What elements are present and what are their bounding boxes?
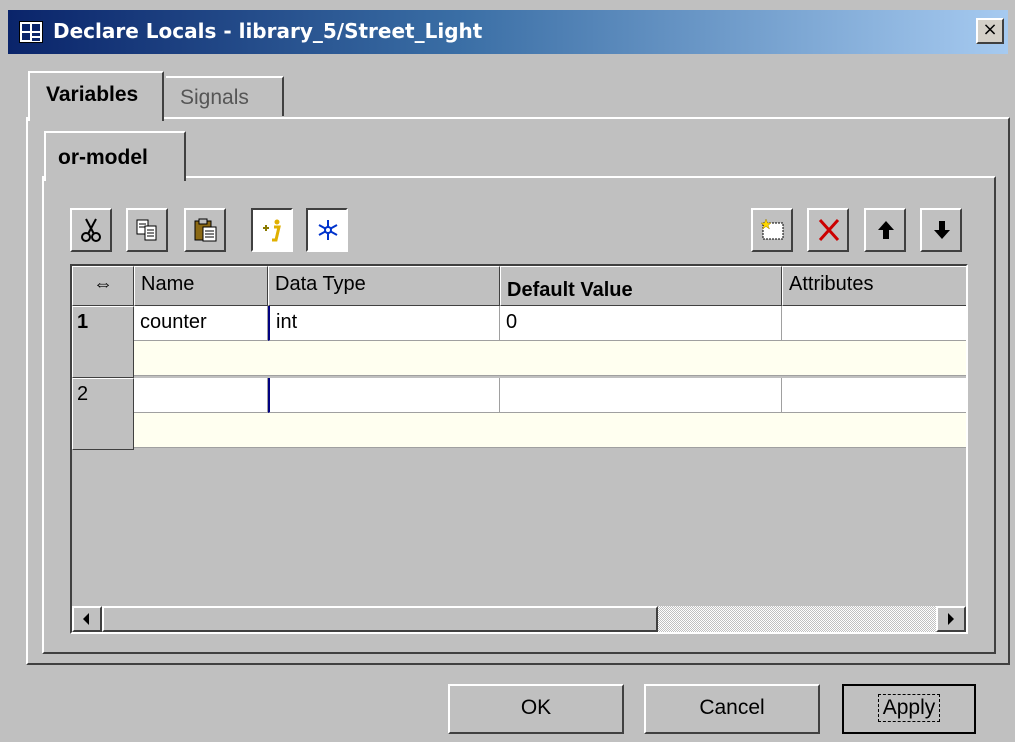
cell-default-value-row1[interactable]: 0 (500, 306, 782, 341)
new-row-icon (760, 218, 784, 240)
paste-icon (194, 218, 217, 242)
cell-name-row2[interactable] (134, 378, 268, 413)
move-down-icon (934, 221, 950, 239)
cell-data-type-row2[interactable] (268, 378, 500, 413)
ok-button[interactable]: OK (448, 684, 624, 734)
arrow-right-icon (948, 613, 954, 625)
paste-button[interactable] (184, 208, 226, 252)
column-header-attributes[interactable]: Attributes (782, 266, 966, 306)
insert-info-button[interactable] (251, 208, 293, 252)
cell-default-value-row2[interactable] (500, 378, 782, 413)
resize-columns-icon[interactable]: ⇔ (72, 266, 134, 306)
insert-info-icon (263, 219, 281, 242)
cancel-button[interactable]: Cancel (644, 684, 820, 734)
cell-attributes-row1[interactable] (782, 306, 966, 341)
cell-data-type-row1[interactable]: int (268, 306, 500, 341)
row2-detail-strip[interactable] (134, 413, 966, 448)
cell-name-row1[interactable]: counter (134, 306, 268, 341)
tab-or-model-label: or-model (58, 146, 148, 169)
copy-icon (136, 219, 157, 241)
arrow-left-icon (83, 613, 89, 625)
delete-icon (818, 218, 840, 242)
cut-button[interactable] (70, 208, 112, 252)
tab-variables[interactable]: Variables (28, 71, 164, 121)
apply-button[interactable]: Apply (842, 684, 976, 734)
window-title: Declare Locals - library_5/Street_Light (53, 19, 483, 43)
scroll-left-button[interactable] (72, 606, 102, 632)
tab-or-model[interactable]: or-model (44, 131, 186, 181)
row-number-1[interactable]: 1 (72, 306, 134, 378)
cut-icon (81, 218, 101, 242)
copy-button[interactable] (126, 208, 168, 252)
scroll-track[interactable] (658, 606, 936, 632)
move-up-button[interactable] (864, 208, 906, 252)
move-down-button[interactable] (920, 208, 962, 252)
scroll-right-button[interactable] (936, 606, 966, 632)
tab-signals[interactable]: Signals (166, 76, 284, 116)
snowflake-button[interactable] (306, 208, 348, 252)
row-number-2[interactable]: 2 (72, 378, 134, 450)
move-up-icon (878, 221, 894, 239)
delete-row-button[interactable] (807, 208, 849, 252)
apply-button-label: Apply (877, 694, 941, 722)
cell-attributes-row2[interactable] (782, 378, 966, 413)
snowflake-icon (318, 220, 338, 240)
horizontal-scrollbar[interactable] (72, 606, 966, 632)
new-row-button[interactable] (751, 208, 793, 252)
column-header-default-value[interactable]: Default Value (500, 266, 782, 306)
close-button[interactable]: × (976, 18, 1004, 44)
variables-table: ⇔ Name Data Type Default Value Attribute… (70, 264, 968, 634)
column-header-data-type[interactable]: Data Type (268, 266, 500, 306)
title-bar[interactable]: Declare Locals - library_5/Street_Light … (8, 10, 1008, 54)
declare-locals-dialog: Declare Locals - library_5/Street_Light … (0, 0, 1015, 742)
scroll-thumb[interactable] (102, 606, 658, 632)
app-grid-icon (19, 21, 43, 43)
tab-variables-label: Variables (46, 83, 139, 106)
column-header-name[interactable]: Name (134, 266, 268, 306)
tab-signals-label: Signals (180, 86, 249, 109)
row1-detail-strip[interactable] (134, 341, 966, 376)
